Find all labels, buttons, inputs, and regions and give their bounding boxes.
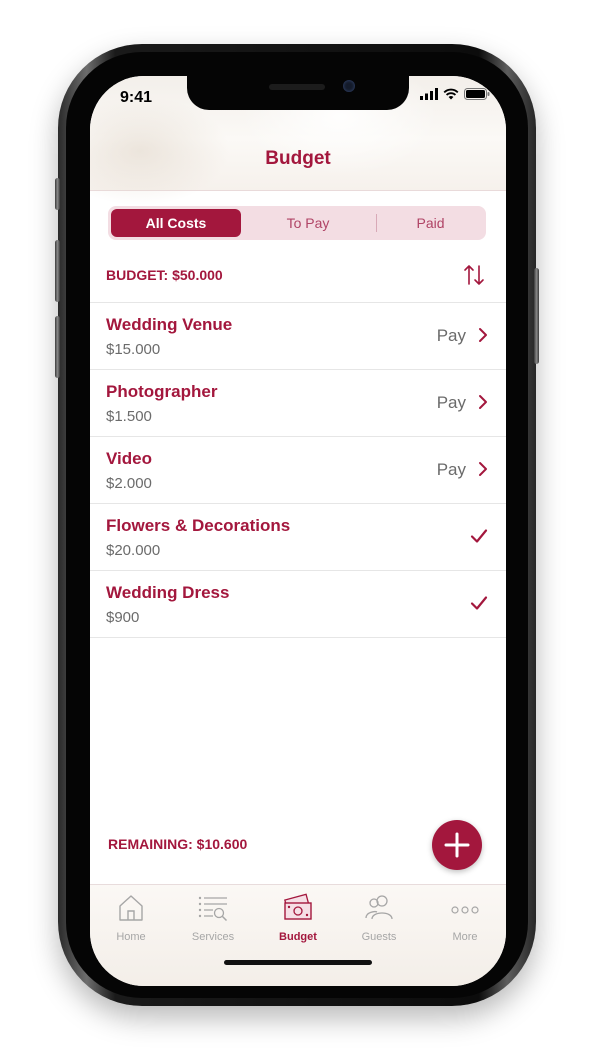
list-item-wedding-venue[interactable]: Wedding Venue $15.000 Pay — [90, 303, 506, 370]
remaining-budget-label: REMAINING: $10.600 — [108, 836, 248, 852]
tab-label: Guests — [361, 931, 397, 943]
chevron-right-icon — [479, 328, 487, 342]
item-name: Flowers & Decorations — [106, 516, 291, 535]
segment-to-pay[interactable]: To Pay — [245, 209, 371, 237]
tab-label: Services — [191, 931, 235, 943]
status-icons — [420, 88, 490, 100]
front-camera — [343, 80, 355, 92]
list-item-wedding-dress[interactable]: Wedding Dress $900 — [90, 571, 506, 638]
item-name: Video — [106, 449, 152, 468]
budget-total-label: BUDGET: $50.000 — [106, 267, 223, 283]
item-amount: $15.000 — [106, 341, 161, 358]
chevron-right-icon — [479, 462, 487, 476]
more-icon — [451, 906, 479, 914]
wifi-icon — [443, 88, 459, 100]
segment-paid[interactable]: Paid — [378, 209, 483, 237]
tab-budget[interactable]: Budget — [263, 893, 333, 943]
item-amount: $2.000 — [106, 475, 152, 492]
guests-icon — [365, 895, 393, 920]
home-icon — [119, 895, 143, 921]
budget-summary-row: BUDGET: $50.000 — [90, 250, 506, 303]
segment-divider — [376, 214, 377, 232]
tab-guests[interactable]: Guests — [344, 893, 414, 943]
segment-all-costs[interactable]: All Costs — [111, 209, 241, 237]
filter-segmented-control: All Costs To Pay Paid — [108, 206, 486, 240]
pay-link[interactable]: Pay — [437, 326, 466, 346]
tab-label: Home — [116, 931, 146, 943]
app-screen: 9:41 Budget All Costs To Pay Paid BUDGET… — [90, 76, 506, 986]
tab-bar: Home Services Budget Guests More — [90, 884, 506, 986]
add-cost-button[interactable] — [432, 820, 482, 870]
item-name: Wedding Dress — [106, 583, 230, 602]
checkmark-icon — [470, 529, 488, 543]
tab-label: More — [452, 931, 478, 943]
tab-more[interactable]: More — [430, 893, 500, 943]
item-amount: $900 — [106, 609, 140, 626]
list-item-flowers-decorations[interactable]: Flowers & Decorations $20.000 — [90, 504, 506, 571]
page-title: Budget — [265, 148, 331, 169]
item-name: Photographer — [106, 382, 218, 401]
silent-switch — [55, 178, 60, 210]
speaker-grille — [269, 84, 325, 90]
pay-link[interactable]: Pay — [437, 393, 466, 413]
list-item-video[interactable]: Video $2.000 Pay — [90, 437, 506, 504]
plus-icon — [444, 832, 470, 858]
checkmark-icon — [470, 596, 488, 610]
tab-home[interactable]: Home — [96, 893, 166, 943]
tab-services[interactable]: Services — [178, 893, 248, 943]
pay-link[interactable]: Pay — [437, 460, 466, 480]
services-icon — [198, 896, 228, 922]
item-amount: $1.500 — [106, 408, 152, 425]
volume-up-button — [55, 240, 60, 302]
list-item-photographer[interactable]: Photographer $1.500 Pay — [90, 370, 506, 437]
battery-icon — [464, 88, 490, 100]
tab-label: Budget — [279, 931, 317, 943]
power-button — [534, 268, 539, 364]
notch — [187, 76, 409, 110]
budget-icon — [284, 893, 312, 920]
item-amount: $20.000 — [106, 542, 161, 559]
item-name: Wedding Venue — [106, 315, 233, 334]
sort-icon[interactable] — [462, 263, 486, 287]
volume-down-button — [55, 316, 60, 378]
home-indicator[interactable] — [224, 960, 372, 965]
status-time: 9:41 — [120, 89, 153, 106]
chevron-right-icon — [479, 395, 487, 409]
cellular-signal-icon — [420, 88, 438, 100]
